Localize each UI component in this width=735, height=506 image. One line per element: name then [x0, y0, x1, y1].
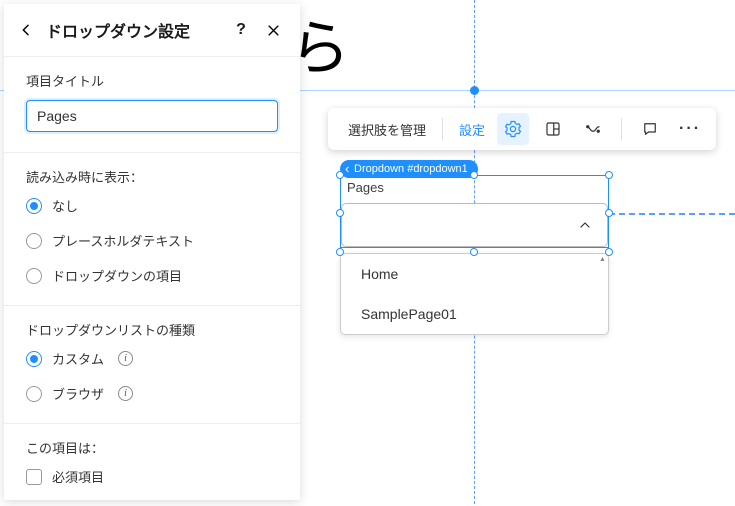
comment-button[interactable] [634, 113, 666, 145]
resize-handle[interactable] [605, 248, 613, 256]
dropdown-element[interactable]: Pages [340, 175, 609, 248]
load-option-none[interactable]: なし [26, 196, 278, 215]
field-title-label: 項目タイトル [26, 71, 278, 90]
section-list-type: ドロップダウンリストの種類 カスタム i ブラウザ i [4, 305, 300, 423]
load-display-label: 読み込み時に表示： [26, 167, 278, 186]
comment-icon [641, 120, 659, 138]
gear-button[interactable] [497, 113, 529, 145]
resize-handle[interactable] [470, 171, 478, 179]
radio-label: ブラウザ [52, 384, 104, 403]
resize-handle[interactable] [336, 248, 344, 256]
resize-handle[interactable] [605, 209, 613, 217]
list-type-custom[interactable]: カスタム i [26, 349, 278, 368]
radio-icon [26, 351, 42, 367]
load-display-group: なし プレースホルダテキスト ドロップダウンの項目 [26, 196, 278, 285]
separator [442, 118, 443, 140]
dropdown-option[interactable]: SamplePage01 [341, 294, 608, 334]
list-type-browser[interactable]: ブラウザ i [26, 384, 278, 403]
resize-handle[interactable] [336, 171, 344, 179]
radio-label: なし [52, 196, 78, 215]
this-field-label: この項目は： [26, 438, 278, 457]
info-icon[interactable]: i [118, 386, 133, 401]
selection-tag[interactable]: Dropdown #dropdown1 [340, 160, 478, 178]
animation-icon [584, 120, 602, 138]
animation-button[interactable] [577, 113, 609, 145]
load-option-placeholder[interactable]: プレースホルダテキスト [26, 231, 278, 250]
radio-icon [26, 386, 42, 402]
section-field-title: 項目タイトル [4, 56, 300, 152]
guide-horizontal-2 [609, 213, 735, 215]
guide-center-dot [470, 86, 479, 95]
dropdown-option[interactable]: Home [341, 254, 608, 294]
separator [621, 118, 622, 140]
close-icon [266, 23, 281, 38]
settings-button[interactable]: 設定 [455, 114, 489, 145]
info-icon[interactable]: i [118, 351, 133, 366]
list-type-group: カスタム i ブラウザ i [26, 349, 278, 403]
radio-label: ドロップダウンの項目 [52, 266, 182, 285]
layout-icon [544, 120, 562, 138]
panel-header: ドロップダウン設定 ? [4, 4, 300, 56]
dropdown-label: Pages [341, 176, 608, 203]
more-icon: ··· [679, 120, 701, 138]
chevron-up-icon [577, 217, 593, 233]
resize-handle[interactable] [470, 248, 478, 256]
radio-icon [26, 268, 42, 284]
required-group: 必須項目 [26, 467, 278, 486]
resize-handle[interactable] [336, 209, 344, 217]
list-type-label: ドロップダウンリストの種類 [26, 320, 278, 339]
section-load-display: 読み込み時に表示： なし プレースホルダテキスト ドロップダウンの項目 [4, 152, 300, 305]
radio-label: カスタム [52, 349, 104, 368]
load-option-dropdown-item[interactable]: ドロップダウンの項目 [26, 266, 278, 285]
radio-icon [26, 233, 42, 249]
checkbox-label: 必須項目 [52, 467, 104, 486]
chevron-left-icon [18, 22, 34, 38]
radio-label: プレースホルダテキスト [52, 231, 194, 250]
field-title-input[interactable] [26, 100, 278, 132]
element-toolbar: 選択肢を管理 設定 ··· [328, 108, 716, 150]
radio-icon [26, 198, 42, 214]
more-button[interactable]: ··· [674, 113, 706, 145]
scrollbar[interactable] [600, 258, 606, 272]
dropdown-options-list: Home SamplePage01 [340, 253, 609, 335]
close-button[interactable] [262, 19, 284, 41]
resize-handle[interactable] [605, 171, 613, 179]
panel-title: ドロップダウン設定 [46, 18, 220, 42]
gear-icon [504, 120, 522, 138]
manage-options-button[interactable]: 選択肢を管理 [344, 114, 430, 145]
section-this-field: この項目は： 必須項目 [4, 423, 300, 506]
layout-button[interactable] [537, 113, 569, 145]
dropdown-field[interactable] [341, 203, 608, 247]
settings-panel: ドロップダウン設定 ? 項目タイトル 読み込み時に表示： なし プレースホルダテ… [4, 4, 300, 500]
back-button[interactable] [16, 20, 36, 40]
help-button[interactable]: ? [230, 19, 252, 41]
checkbox-icon [26, 469, 42, 485]
required-checkbox-item[interactable]: 必須項目 [26, 467, 278, 486]
